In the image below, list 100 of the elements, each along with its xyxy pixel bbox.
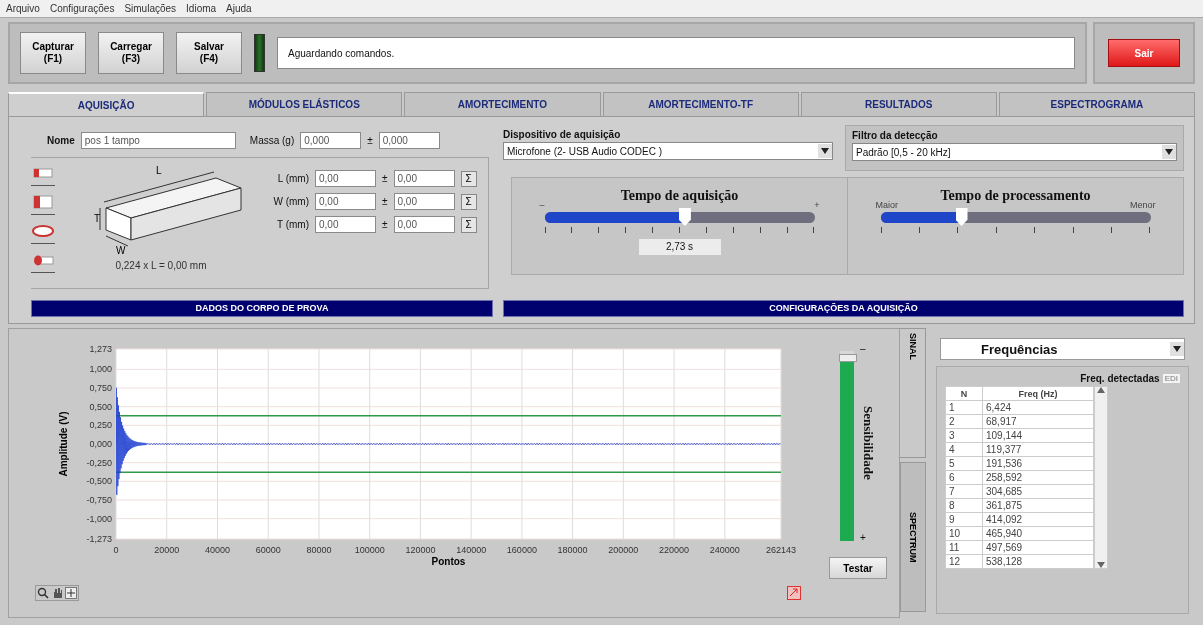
menu-item[interactable]: Simulações bbox=[124, 3, 177, 14]
dropdown-label: Dispositivo de aquisição bbox=[503, 129, 622, 140]
x-axis-title: Pontos bbox=[431, 556, 466, 567]
exit-button[interactable]: Sair bbox=[1108, 39, 1180, 67]
dropdown-arrow-icon[interactable] bbox=[1165, 149, 1173, 155]
x-tick-label: 240000 bbox=[709, 545, 740, 555]
sum-button[interactable]: Σ bbox=[460, 193, 477, 210]
x-tick-label: 60000 bbox=[255, 545, 281, 555]
dropdown-arrow-icon[interactable] bbox=[821, 148, 829, 154]
x-tick-label: 262143 bbox=[766, 545, 796, 555]
tolerance-field[interactable]: 0,00 bbox=[393, 193, 455, 210]
table-cell: 3 bbox=[945, 428, 983, 443]
x-tick-label: 100000 bbox=[354, 545, 385, 555]
slider-reading: 2,73 s bbox=[638, 239, 721, 255]
reset-icon[interactable] bbox=[787, 586, 801, 600]
y-tick-label: 0,000 bbox=[89, 439, 112, 449]
mass-label: Massa (g) bbox=[249, 134, 295, 146]
slider-max-label: Menor bbox=[1130, 200, 1156, 210]
tolerance-field[interactable]: 0,00 bbox=[393, 170, 455, 187]
table-cell: 4 bbox=[945, 442, 983, 457]
dropdown-value: Padrão [0,5 - 20 kHz] bbox=[856, 146, 951, 158]
dropdown[interactable]: Padrão [0,5 - 20 kHz] bbox=[852, 143, 1177, 161]
dimension-field[interactable]: 0,00 bbox=[315, 216, 376, 233]
tolerance-field[interactable]: 0,000 bbox=[378, 131, 440, 149]
table-cell: 119,377 bbox=[982, 442, 1094, 457]
dimension-field[interactable]: 0,00 bbox=[315, 170, 376, 187]
y-tick-label: -1,273 bbox=[86, 534, 112, 544]
tab[interactable]: AMORTECIMENTO-TF bbox=[602, 92, 799, 116]
tab[interactable]: ESPECTROGRAMA bbox=[998, 92, 1196, 116]
y-axis-title: Amplitude (V) bbox=[58, 411, 69, 477]
plus-minus-sign: ± bbox=[382, 173, 388, 184]
x-tick-label: 200000 bbox=[608, 545, 639, 555]
status-led bbox=[254, 34, 265, 72]
slider-title: Sensibilidade bbox=[860, 406, 876, 480]
menu-item[interactable]: Ajuda bbox=[226, 3, 252, 14]
menu-item[interactable]: Arquivo bbox=[6, 3, 40, 14]
slider-max-label: + bbox=[814, 200, 820, 210]
dropdown[interactable]: Frequências bbox=[940, 338, 1185, 360]
dimension-letter: L bbox=[156, 165, 162, 176]
y-tick-label: -0,750 bbox=[86, 494, 112, 505]
scroll-down-icon[interactable] bbox=[1097, 562, 1105, 568]
table-cell: 414,092 bbox=[982, 512, 1094, 527]
dimension-label: T (mm) bbox=[275, 219, 309, 230]
name-field[interactable]: pos 1 tampo bbox=[80, 131, 236, 149]
x-tick-label: 220000 bbox=[659, 545, 690, 555]
dimension-field[interactable]: 0,00 bbox=[315, 193, 376, 210]
tab[interactable]: SPECTRUM bbox=[900, 462, 926, 612]
status-field: Aguardando comandos. bbox=[277, 37, 1075, 69]
slider-min-label: Maior bbox=[875, 200, 898, 210]
table-field[interactable]: EDI bbox=[1162, 374, 1180, 383]
tab[interactable]: AMORTECIMENTO bbox=[404, 92, 601, 116]
tab[interactable]: MÓDULOS ELÁSTICOS bbox=[206, 92, 403, 116]
sum-button[interactable]: Σ bbox=[460, 216, 477, 233]
table-cell: 304,685 bbox=[982, 484, 1094, 499]
toolbar-button[interactable]: Carregar (F3) bbox=[98, 32, 164, 74]
table-cell: 8 bbox=[945, 498, 983, 513]
menu-item[interactable]: Idioma bbox=[186, 3, 217, 14]
dropdown-value: Microfone (2- USB Audio CODEC ) bbox=[507, 145, 663, 157]
tolerance-field[interactable]: 0,00 bbox=[393, 216, 455, 233]
mass-field[interactable]: 0,000 bbox=[300, 131, 362, 149]
table-cell: 2 bbox=[945, 414, 983, 429]
dropdown-arrow-icon[interactable] bbox=[1173, 346, 1181, 352]
table-cell: 191,536 bbox=[982, 456, 1094, 471]
table-cell: 6,424 bbox=[982, 400, 1094, 415]
y-tick-label: -0,500 bbox=[86, 476, 112, 487]
slider-thumb[interactable] bbox=[839, 353, 857, 362]
y-tick-label: 0,750 bbox=[89, 383, 112, 394]
toolbar-button[interactable]: Capturar (F1) bbox=[20, 32, 86, 74]
scrollbar[interactable] bbox=[1094, 386, 1108, 569]
crosshair-icon[interactable] bbox=[65, 587, 77, 599]
tab[interactable]: SINAL bbox=[900, 328, 926, 458]
dimension-label: L (mm) bbox=[276, 173, 309, 184]
tab[interactable]: RESULTADOS bbox=[800, 92, 997, 116]
table-cell: 361,875 bbox=[982, 498, 1094, 513]
dropdown[interactable]: Microfone (2- USB Audio CODEC ) bbox=[503, 142, 833, 160]
y-tick-label: 0,500 bbox=[89, 401, 112, 412]
dimension-label: W (mm) bbox=[272, 196, 309, 207]
dropdown-value: Frequências bbox=[981, 341, 1058, 357]
formula-text: 0,224 x L = 0,00 mm bbox=[115, 260, 207, 271]
x-tick-label: 20000 bbox=[154, 545, 180, 555]
table-cell: 1 bbox=[945, 400, 983, 415]
dimension-letter: W bbox=[116, 245, 126, 256]
tab[interactable]: AQUISIÇÃO bbox=[8, 92, 205, 116]
section-title-bar: DADOS DO CORPO DE PROVA bbox=[31, 300, 493, 317]
table-cell: 6 bbox=[945, 470, 983, 485]
test-button[interactable]: Testar bbox=[829, 557, 887, 579]
zoom-icon[interactable] bbox=[37, 587, 49, 599]
y-tick-label: -1,000 bbox=[86, 513, 112, 524]
table-label: Freq. detectadas bbox=[1080, 373, 1160, 384]
scroll-up-icon[interactable] bbox=[1097, 387, 1105, 393]
sum-button[interactable]: Σ bbox=[460, 170, 477, 187]
hand-icon[interactable] bbox=[51, 587, 63, 599]
table-cell: 538,128 bbox=[982, 554, 1094, 569]
dropdown-label: Filtro da detecção bbox=[852, 130, 939, 141]
menu-item[interactable]: Configurações bbox=[49, 3, 115, 14]
toolbar-button[interactable]: Salvar (F4) bbox=[176, 32, 242, 74]
table-cell: 7 bbox=[945, 484, 983, 499]
table-cell: 109,144 bbox=[982, 428, 1094, 443]
table-cell: 497,569 bbox=[982, 540, 1094, 555]
table-cell: 68,917 bbox=[982, 414, 1094, 429]
